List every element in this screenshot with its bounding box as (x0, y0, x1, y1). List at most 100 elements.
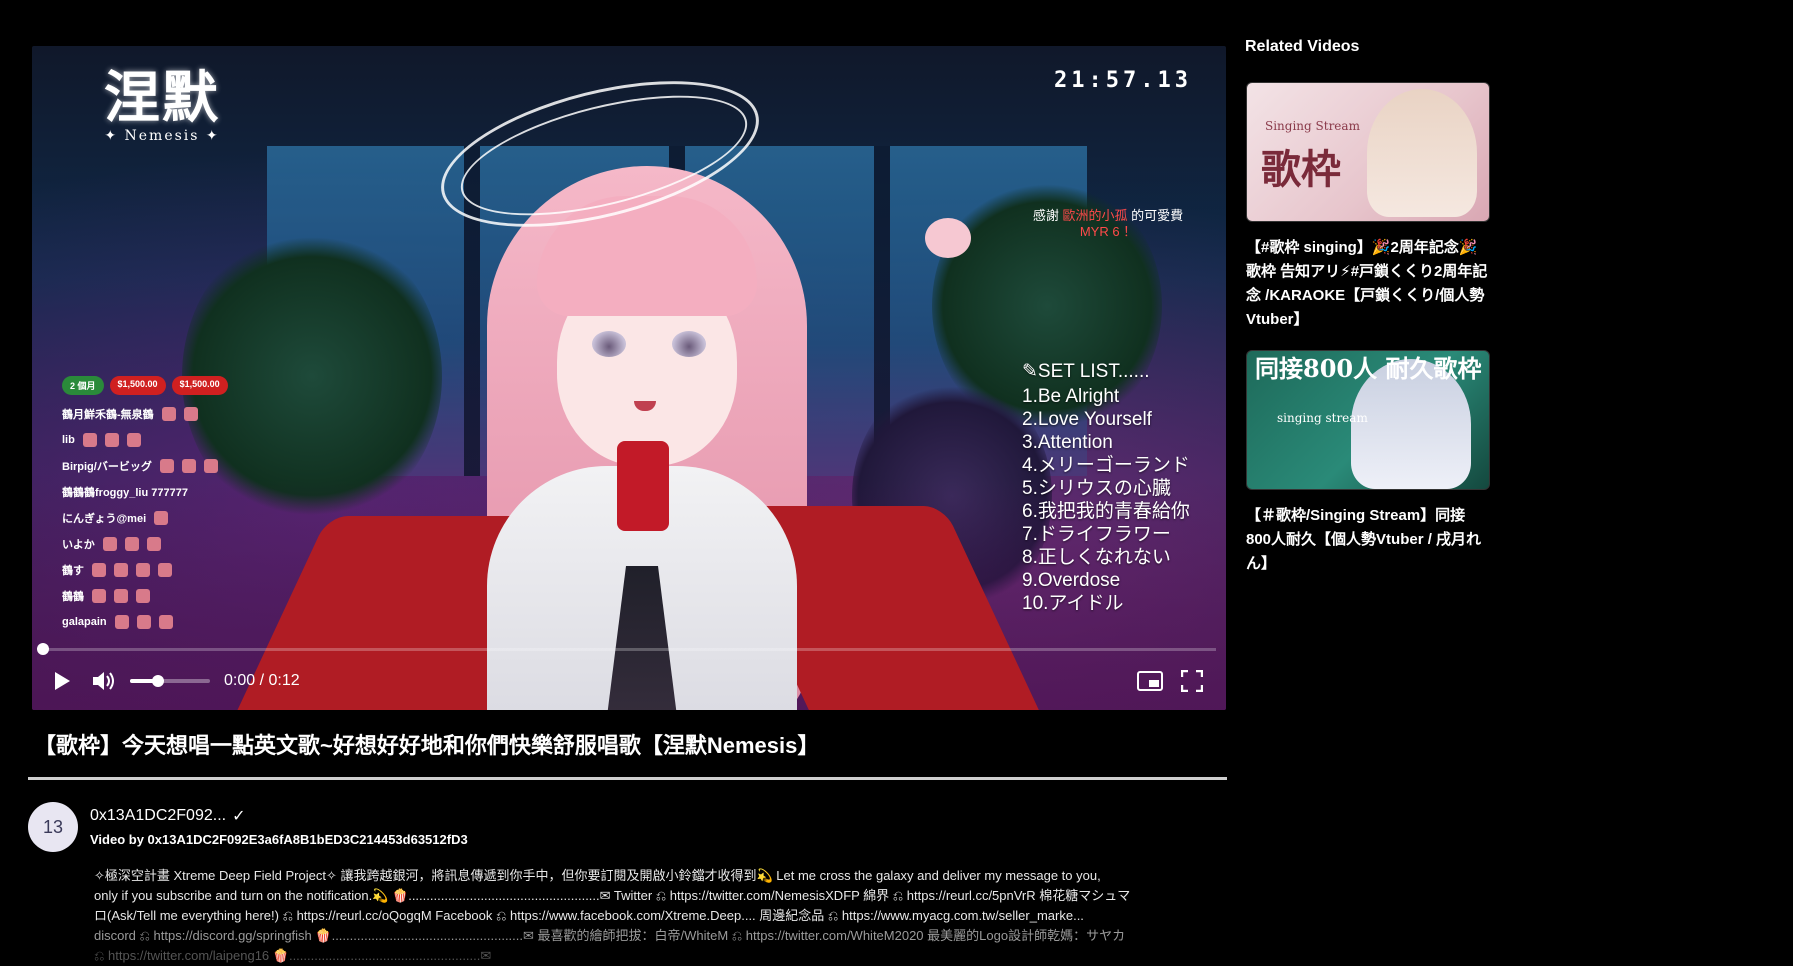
setlist-item: 5.シリウスの心臓 (1022, 478, 1171, 499)
play-button[interactable] (48, 667, 76, 695)
character-eye (592, 331, 626, 357)
emote-icon (126, 433, 141, 447)
video-byline: Video by 0x13A1DC2F092E3a6fA8B1bED3C2144… (90, 832, 468, 847)
chat-text: 鶴鶴 (62, 591, 84, 603)
stream-logo-main: 涅默 (104, 65, 220, 131)
miniplayer-icon (1137, 671, 1163, 691)
emote-icon (159, 459, 174, 473)
setlist-item: 10.アイドル (1022, 593, 1124, 614)
volume-button[interactable] (90, 667, 118, 695)
volume-slider-knob[interactable] (152, 675, 164, 687)
channel-avatar[interactable]: 13 (28, 802, 78, 852)
setlist-item: 8.正しくなれない (1022, 547, 1171, 568)
player-controls: 0:00 / 0:12 (48, 666, 1206, 696)
miniplayer-button[interactable] (1136, 667, 1164, 695)
chat-text: 鶴す (62, 565, 84, 577)
description-line: ✧極深空計畫 Xtreme Deep Field Project✧ 讓我跨越銀河… (94, 868, 1101, 883)
thumbnail-subtitle: Singing Stream (1265, 119, 1360, 133)
chat-text: いよか (62, 539, 95, 551)
related-videos-title: Related Videos (1245, 38, 1360, 55)
thanks-suffix: 的可愛費 (1131, 208, 1184, 223)
setlist: ✎SET LIST...... 1.Be Alright 2.Love Your… (1022, 360, 1190, 615)
time-display: 0:00 / 0:12 (224, 672, 300, 689)
character-collar (617, 441, 669, 531)
video-description[interactable]: ✧極深空計畫 Xtreme Deep Field Project✧ 讓我跨越銀河… (94, 866, 1224, 966)
emote-icon (92, 589, 106, 603)
chat-line: 鶴す (62, 557, 322, 583)
thanks-prefix: 感謝 (1032, 208, 1059, 223)
setlist-item: 9.Overdose (1022, 570, 1121, 591)
chat-text: galapain (62, 616, 107, 628)
volume-slider[interactable] (130, 675, 210, 687)
emote-icon (92, 563, 106, 577)
stream-logo: 涅默 ✦ Nemesis ✦ (62, 70, 262, 144)
chat-line: いよか (62, 531, 322, 557)
thumbnail-subtitle: singing stream (1277, 411, 1368, 425)
setlist-item: 1.Be Alright (1022, 386, 1120, 407)
video-player[interactable]: 涅默 ✦ Nemesis ✦ 21:57.13 感謝 歐洲的小孤 的可愛費 MY… (32, 46, 1226, 710)
setlist-title: ✎SET LIST...... (1022, 361, 1150, 382)
chat-text: Birpig/バービッグ (62, 461, 152, 473)
thumbnail-text: 歌枠 (1261, 146, 1341, 193)
emote-icon (181, 459, 196, 473)
thanks-name: 歐洲的小孤 (1062, 208, 1128, 223)
thumbnail-text: 同接800人 耐久歌枠 (1255, 354, 1482, 383)
emote-icon (158, 563, 172, 577)
related-video-card[interactable]: 同接800人 耐久歌枠 singing stream 【＃歌枠/Singing … (1246, 350, 1490, 576)
related-video-thumbnail[interactable]: Singing Stream 歌枠 (1246, 82, 1490, 222)
thumbnail-character (1367, 89, 1477, 217)
related-video-card[interactable]: Singing Stream 歌枠 【#歌枠 singing】🎉2周年記念🎉歌枠… (1246, 82, 1490, 332)
emote-icon (82, 433, 97, 447)
setlist-item: 3.Attention (1022, 432, 1113, 453)
related-video-title[interactable]: 【＃歌枠/Singing Stream】同接800人耐久【個人勢Vtuber /… (1246, 504, 1490, 576)
verified-icon: ✓ (232, 808, 246, 825)
emote-icon (102, 537, 117, 551)
emote-icon (203, 459, 218, 473)
emote-icon (146, 537, 161, 551)
emote-icon (114, 615, 129, 629)
seek-bar[interactable] (37, 643, 1216, 655)
channel-name-row: 0x13A1DC2F092... ✓ (90, 806, 245, 826)
setlist-item: 4.メリーゴーランド (1022, 455, 1190, 476)
video-title: 【歌枠】今天想唱一點英文歌~好想好好地和你們快樂舒服唱歌【涅默Nemesis】 (34, 733, 820, 758)
chat-text: lib (62, 434, 75, 446)
divider (28, 777, 1227, 780)
chat-line: lib (62, 427, 322, 453)
superchat-badge: $1,500.00 (109, 376, 166, 395)
fullscreen-button[interactable] (1178, 667, 1206, 695)
related-video-title[interactable]: 【#歌枠 singing】🎉2周年記念🎉歌枠 告知アリ⚡#戸鎖くくり2周年記念 … (1246, 236, 1490, 332)
chat-badges: 2 個月 $1,500.00 $1,500.00 (62, 376, 322, 395)
member-badge: 2 個月 (62, 376, 104, 395)
description-line: ⎌ https://twitter.com/laipeng16 🍿.......… (94, 948, 492, 963)
chat-line: galapain (62, 609, 322, 635)
emote-icon (114, 563, 128, 577)
chat-line: 鶴鶴鶴froggy_liu 777777 (62, 479, 322, 505)
seek-bar-knob[interactable] (37, 643, 49, 655)
emote-icon (124, 537, 139, 551)
stream-clock: 21:57.13 (1054, 68, 1192, 93)
chat-line: にんぎょう@mei (62, 505, 322, 531)
play-icon (55, 672, 70, 690)
volume-icon (93, 672, 114, 690)
thanks-amount: MYR 6 ！ (1079, 224, 1137, 239)
setlist-item: 2.Love Yourself (1022, 409, 1152, 430)
emote-icon (114, 589, 128, 603)
channel-name[interactable]: 0x13A1DC2F092... (90, 807, 226, 825)
chat-line: 鶴鶴 (62, 583, 322, 609)
description-line: discord ⎌ https://discord.gg/springfish … (94, 928, 1126, 943)
description-line: only if you subscribe and turn on the no… (94, 888, 1131, 903)
mascot-icon (925, 218, 971, 258)
description-line: ロ(Ask/Tell me everything here!) ⎌ https:… (94, 908, 1084, 923)
related-video-thumbnail[interactable]: 同接800人 耐久歌枠 singing stream (1246, 350, 1490, 490)
emote-icon (154, 511, 169, 525)
emote-icon (136, 589, 150, 603)
chat-text: 鶴月鮮禾鶴-無泉鶴 (62, 409, 154, 421)
chat-line: 鶴月鮮禾鶴-無泉鶴 (62, 401, 322, 427)
fullscreen-icon (1181, 670, 1203, 692)
emote-icon (136, 563, 150, 577)
emote-icon (104, 433, 119, 447)
superchat-badge: $1,500.00 (171, 376, 228, 395)
emote-icon (158, 615, 173, 629)
emote-icon (136, 615, 151, 629)
chat-text: 鶴鶴鶴froggy_liu 777777 (62, 487, 188, 499)
